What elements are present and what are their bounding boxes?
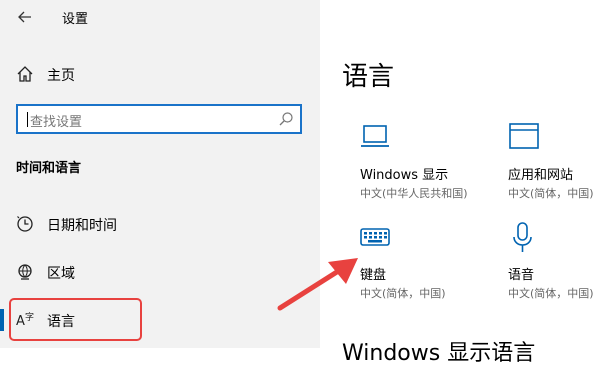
search-placeholder: 查找设置: [30, 115, 83, 130]
window-icon: [508, 122, 540, 154]
globe-icon: [15, 262, 35, 282]
section-heading: 时间和语言: [16, 161, 82, 176]
tile-subtitle: 中文(中华人民共和国): [360, 187, 468, 200]
home-icon: [15, 64, 35, 84]
text-caret: [27, 112, 28, 127]
tile-subtitle: 中文(简体，中国): [508, 287, 594, 300]
search-icon[interactable]: [278, 111, 294, 127]
tile-title: 应用和网站: [508, 168, 574, 183]
microphone-icon: [508, 222, 540, 254]
search-input[interactable]: 查找设置: [16, 104, 302, 134]
selected-indicator: [0, 309, 4, 331]
tile-subtitle: 中文(简体，中国): [360, 287, 446, 300]
back-arrow-icon[interactable]: [14, 6, 36, 28]
annotation-arrow-icon: [270, 250, 370, 320]
tile-apps-websites[interactable]: 应用和网站 中文(简体，中国): [508, 122, 600, 212]
nav-item-date-time[interactable]: 日期和时间: [0, 204, 320, 244]
monitor-icon: [360, 122, 392, 154]
section-heading-display-language: Windows 显示语言: [342, 341, 536, 366]
tile-title: Windows 显示: [360, 168, 449, 183]
nav-item-home[interactable]: 主页: [0, 54, 320, 94]
nav-item-label: 日期和时间: [47, 218, 117, 234]
window-title: 设置: [62, 12, 89, 27]
tile-title: 语音: [508, 268, 535, 283]
tile-speech[interactable]: 语音 中文(简体，中国): [508, 222, 600, 312]
clock-icon: [15, 214, 35, 234]
nav-item-label: 主页: [47, 68, 75, 84]
tile-windows-display[interactable]: Windows 显示 中文(中华人民共和国): [360, 122, 500, 212]
page-title: 语言: [342, 62, 395, 92]
annotation-highlight-box: [9, 298, 142, 341]
nav-item-label: 区域: [47, 266, 75, 282]
tile-subtitle: 中文(简体，中国): [508, 187, 594, 200]
tile-keyboard[interactable]: 键盘 中文(简体，中国): [360, 222, 500, 312]
